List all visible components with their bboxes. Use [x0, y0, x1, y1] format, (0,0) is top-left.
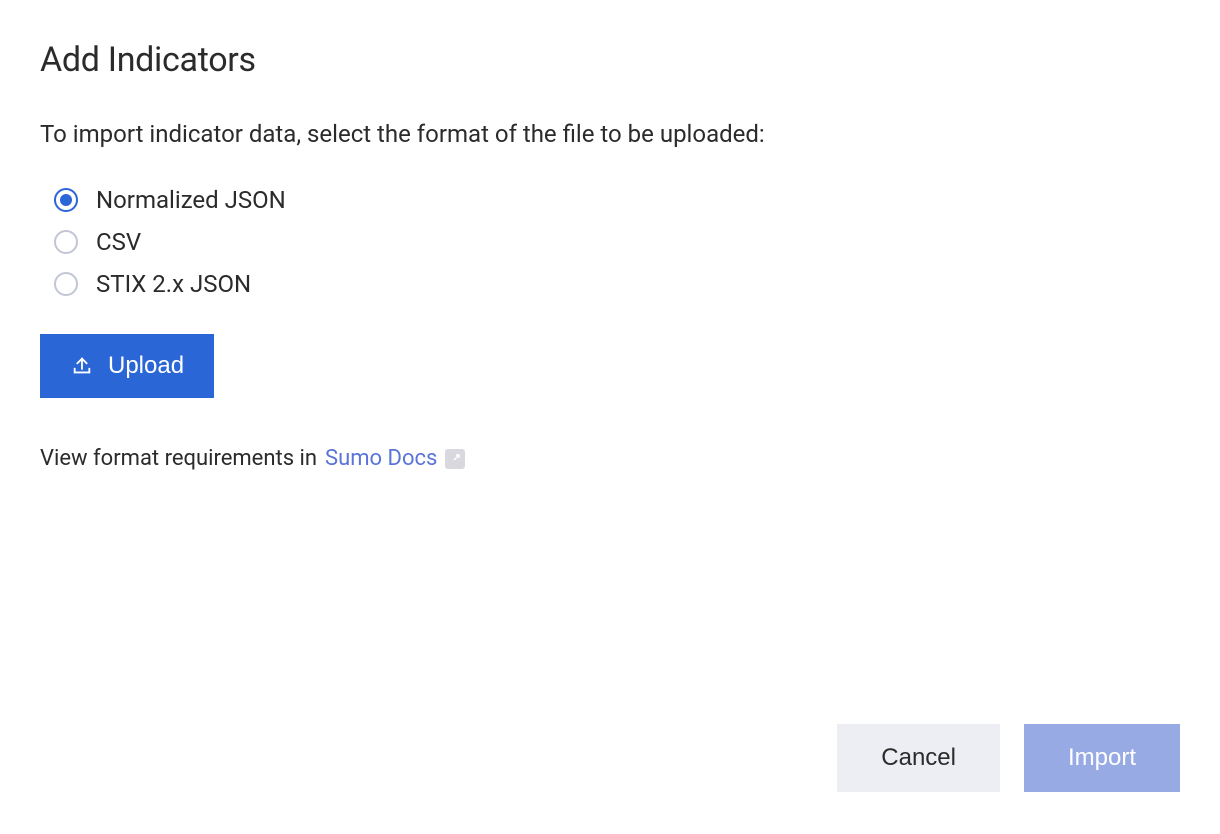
radio-circle: [54, 272, 78, 296]
sumo-docs-link[interactable]: Sumo Docs: [325, 446, 465, 471]
radio-option-csv[interactable]: CSV: [54, 228, 1180, 256]
format-requirements-note: View format requirements in Sumo Docs: [40, 446, 1180, 471]
format-instructions: To import indicator data, select the for…: [40, 120, 1180, 148]
upload-icon: [70, 354, 94, 378]
dialog-footer: Cancel Import: [837, 724, 1180, 792]
cancel-button[interactable]: Cancel: [837, 724, 1000, 792]
radio-label: CSV: [96, 228, 141, 256]
upload-button[interactable]: Upload: [40, 334, 214, 398]
radio-circle: [54, 188, 78, 212]
external-link-icon: [445, 449, 465, 469]
radio-label: Normalized JSON: [96, 186, 286, 214]
upload-button-label: Upload: [108, 352, 184, 380]
doc-link-text: Sumo Docs: [325, 446, 437, 471]
import-button[interactable]: Import: [1024, 724, 1180, 792]
radio-label: STIX 2.x JSON: [96, 270, 251, 298]
add-indicators-dialog: Add Indicators To import indicator data,…: [0, 0, 1220, 834]
radio-option-stix[interactable]: STIX 2.x JSON: [54, 270, 1180, 298]
radio-option-normalized-json[interactable]: Normalized JSON: [54, 186, 1180, 214]
format-radio-group: Normalized JSON CSV STIX 2.x JSON: [40, 186, 1180, 298]
dialog-title: Add Indicators: [40, 40, 1180, 80]
format-note-prefix: View format requirements in: [40, 446, 317, 471]
radio-circle: [54, 230, 78, 254]
